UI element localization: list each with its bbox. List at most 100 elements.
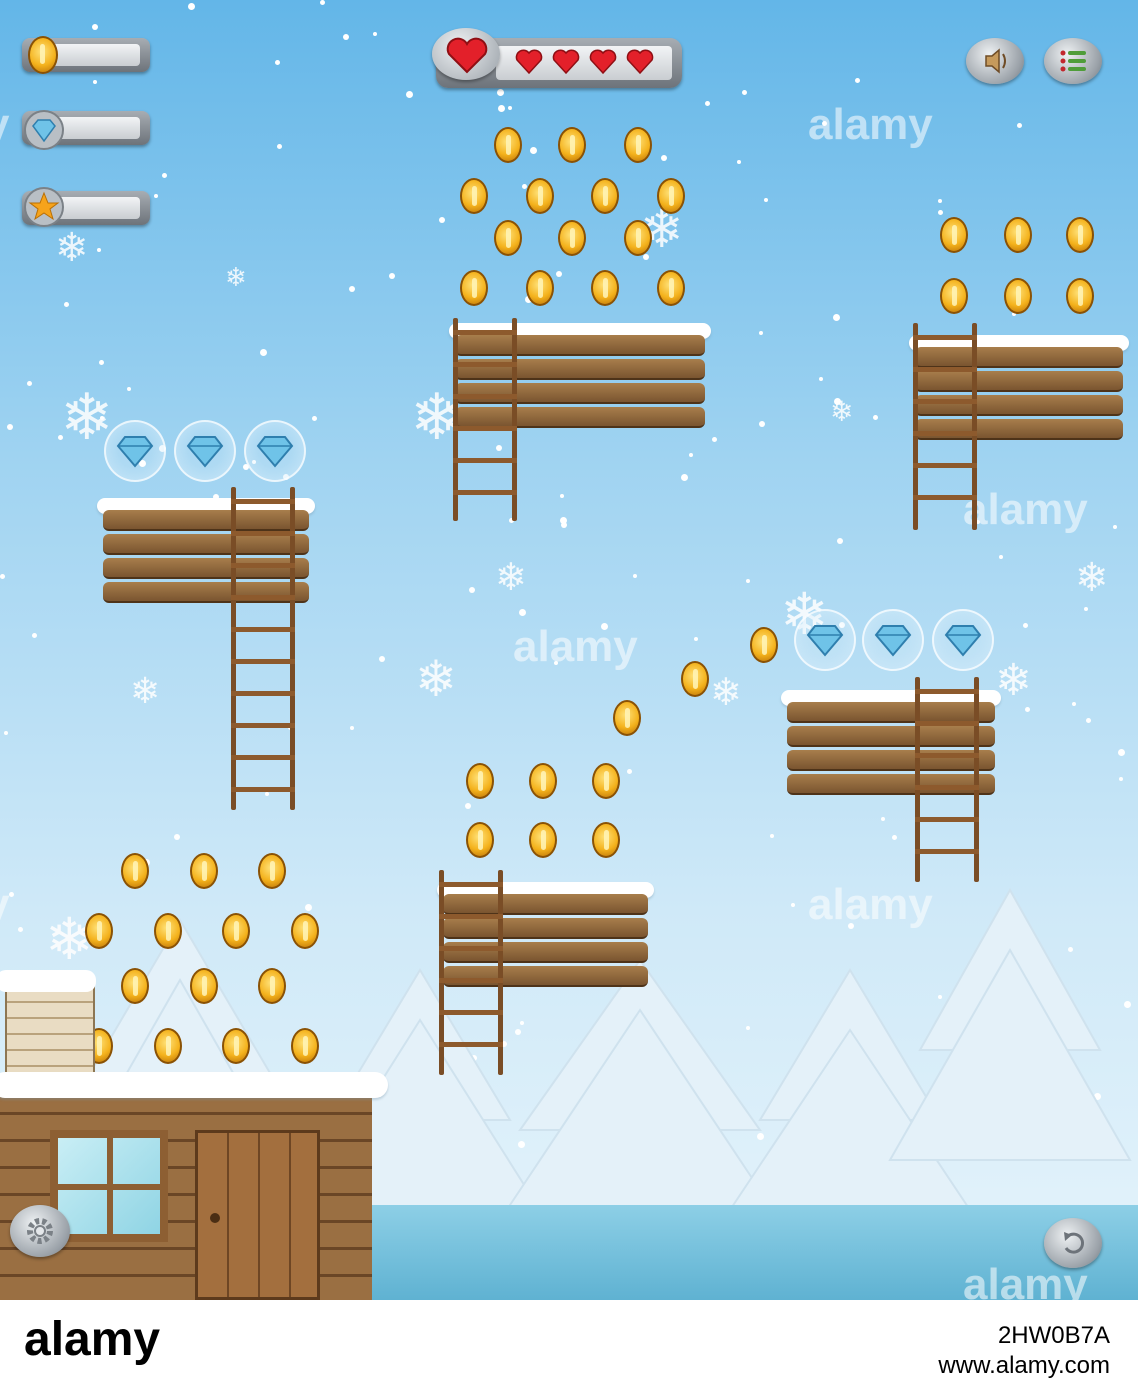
- snow-dot: [1113, 525, 1117, 529]
- snow-dot: [93, 80, 97, 84]
- coin: [466, 822, 494, 858]
- diamond-gem: [174, 420, 236, 482]
- snow-dot: [764, 198, 768, 202]
- heart-icon: [515, 49, 543, 75]
- snow-dot: [556, 271, 562, 277]
- snow-dot: [275, 60, 280, 65]
- snowflake-icon: ❄: [830, 396, 854, 427]
- snow-dot: [633, 574, 637, 578]
- snow-dot: [999, 555, 1003, 559]
- snow-dot: [497, 89, 504, 96]
- sound-icon: [985, 48, 1006, 74]
- settings-button[interactable]: [10, 1205, 70, 1257]
- coin: [494, 220, 522, 256]
- snow-dot: [833, 314, 840, 321]
- coin: [460, 270, 488, 306]
- heart-icon: [626, 49, 654, 75]
- snow-dot: [681, 474, 688, 481]
- diamond-icon: [806, 625, 844, 657]
- coin: [494, 127, 522, 163]
- restart-button[interactable]: [1044, 1218, 1102, 1268]
- snow-dot: [174, 834, 180, 840]
- snow-dot: [759, 331, 763, 335]
- heart-icon: [446, 37, 488, 74]
- coin: [222, 913, 250, 949]
- sound-button[interactable]: [966, 38, 1024, 84]
- diamond-gem: [244, 420, 306, 482]
- snow-dot: [99, 360, 104, 365]
- snow-dot: [188, 3, 195, 10]
- snow-dot: [7, 424, 13, 430]
- coin: [121, 853, 149, 889]
- snow-dot: [379, 656, 385, 662]
- snow-dot: [1025, 707, 1030, 712]
- diamond-gem: [104, 420, 166, 482]
- coin: [1066, 278, 1094, 314]
- heart-icon: [589, 49, 617, 75]
- snow-dot: [64, 302, 69, 307]
- snow-dot: [819, 377, 823, 381]
- watermark: alamy: [808, 100, 933, 149]
- coin: [558, 127, 586, 163]
- settings-gear-icon: [27, 1218, 53, 1244]
- restart-icon: [1064, 1232, 1084, 1254]
- stock-footer: alamy 2HW0B7A www.alamy.com: [0, 1300, 1138, 1390]
- snow-dot: [320, 0, 325, 5]
- coin: [460, 178, 488, 214]
- snow-dot: [32, 633, 37, 638]
- coin: [681, 661, 709, 697]
- coin: [1066, 217, 1094, 253]
- snow-dot: [746, 579, 750, 583]
- coin: [613, 700, 641, 736]
- coin: [85, 913, 113, 949]
- coin: [258, 853, 286, 889]
- cabin-roof-snow: [0, 1072, 388, 1098]
- ladder: [453, 318, 517, 521]
- coin: [291, 1028, 319, 1064]
- coin: [190, 968, 218, 1004]
- coin: [526, 270, 554, 306]
- snow-dot: [439, 217, 445, 223]
- coin: [657, 178, 685, 214]
- ladder: [231, 487, 295, 810]
- snow-dot: [0, 574, 5, 579]
- snow-dot: [508, 106, 512, 110]
- snow-dot: [349, 286, 355, 292]
- snow-dot: [892, 835, 897, 840]
- coin: [190, 853, 218, 889]
- coin: [940, 278, 968, 314]
- snowflake-icon: ❄: [415, 651, 457, 707]
- snowflake-icon: ❄: [710, 672, 742, 714]
- snow-dot: [689, 453, 693, 457]
- snow-dot: [770, 834, 774, 838]
- snow-dot: [938, 199, 942, 203]
- snow-dot: [1017, 123, 1022, 128]
- snowflake-icon: ❄: [55, 226, 89, 270]
- snow-dot: [837, 538, 843, 544]
- menu-button[interactable]: [1044, 38, 1102, 84]
- snow-dot: [742, 90, 747, 95]
- snowflake-icon: ❄: [225, 262, 247, 292]
- diamond-icon: [256, 436, 294, 468]
- snow-dot: [873, 415, 878, 420]
- snow-dot: [1023, 623, 1028, 628]
- heart-icon: [552, 49, 580, 75]
- diamond-icon: [944, 625, 982, 657]
- snow-dot: [1086, 718, 1091, 723]
- coin: [222, 1028, 250, 1064]
- coin: [591, 178, 619, 214]
- coin: [258, 968, 286, 1004]
- diamond-gem: [794, 609, 856, 671]
- snow-dot: [855, 78, 860, 83]
- ladder: [913, 323, 977, 530]
- snow-dot: [127, 387, 131, 391]
- snow-dot: [530, 147, 537, 154]
- coin: [1004, 217, 1032, 253]
- coin: [121, 968, 149, 1004]
- snow-dot: [373, 32, 377, 36]
- lives-hearts: [514, 47, 664, 77]
- cabin-door: [195, 1130, 320, 1300]
- chimney-snow: [0, 970, 96, 992]
- ladder: [915, 677, 979, 882]
- coin: [466, 763, 494, 799]
